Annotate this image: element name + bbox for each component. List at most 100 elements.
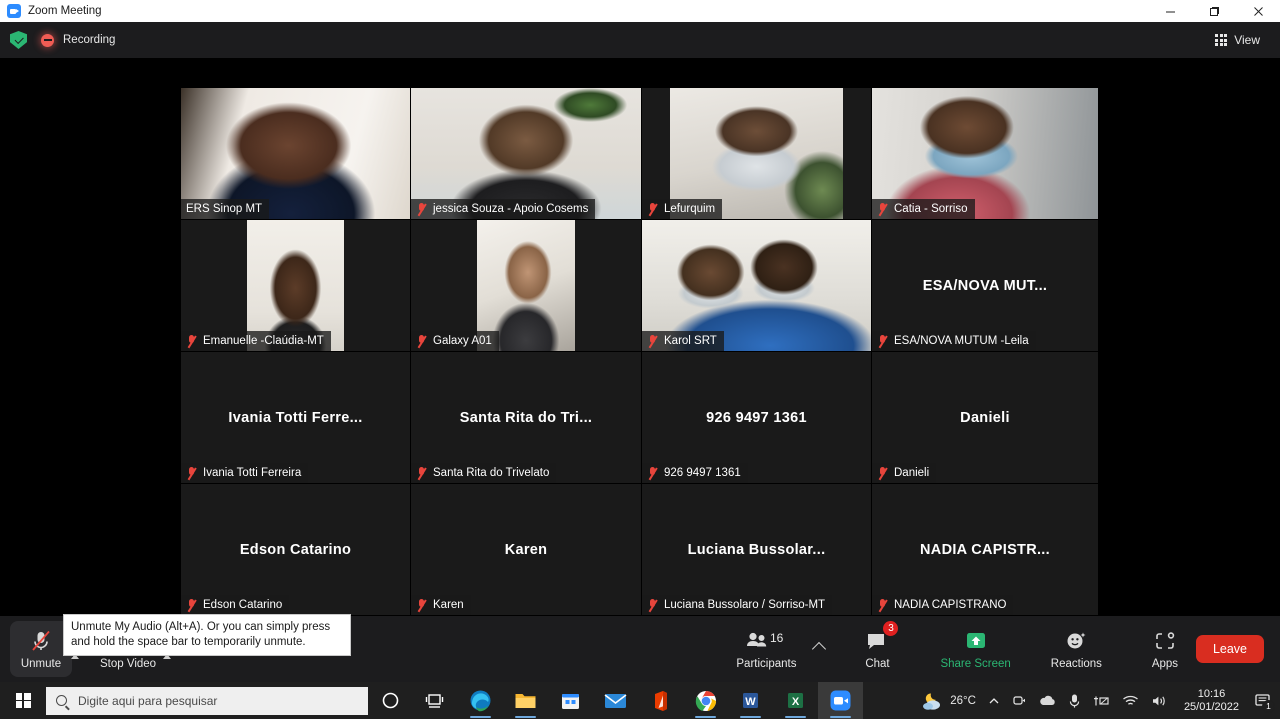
reactions-button[interactable]: Reactions <box>1043 621 1110 677</box>
mic-muted-icon <box>647 598 658 612</box>
view-button[interactable]: View <box>1207 27 1268 53</box>
participant-name-label: Catia - Sorriso <box>894 203 968 215</box>
partly-cloudy-night-icon[interactable] <box>921 691 944 711</box>
onedrive-icon[interactable] <box>1039 694 1056 707</box>
device-icon[interactable] <box>1093 694 1110 708</box>
speaker-icon[interactable] <box>1151 694 1168 708</box>
share-screen-button[interactable]: Share Screen <box>932 621 1018 677</box>
recording-stop-icon[interactable] <box>41 33 54 47</box>
participants-button[interactable]: 16 Participants <box>728 621 804 677</box>
start-button[interactable] <box>0 682 46 719</box>
participant-name-bar: Catia - Sorriso <box>872 199 975 219</box>
mail-icon[interactable] <box>593 682 638 719</box>
zoom-tray-icon[interactable] <box>1012 693 1027 708</box>
excel-icon[interactable]: X <box>773 682 818 719</box>
participant-name-label: Emanuelle -Claúdia-MT <box>203 335 324 347</box>
participant-tile[interactable]: Luciana Bussolar... Luciana Bussolaro / S… <box>642 484 871 615</box>
participant-name-bar: Luciana Bussolaro / Sorriso-MT <box>642 595 833 615</box>
grid-icon <box>1215 34 1228 46</box>
task-view-icon[interactable] <box>413 682 458 719</box>
participant-name-label: Karen <box>433 599 464 611</box>
participant-name-bar: Santa Rita do Trivelato <box>411 463 557 483</box>
mic-muted-icon <box>647 334 658 348</box>
taskbar-search-input[interactable]: Digite aqui para pesquisar <box>46 686 368 715</box>
wifi-icon[interactable] <box>1122 694 1139 708</box>
participant-tile[interactable]: Catia - Sorriso <box>872 88 1098 219</box>
edge-icon[interactable] <box>458 682 503 719</box>
office-icon[interactable] <box>638 682 683 719</box>
file-explorer-icon[interactable] <box>503 682 548 719</box>
participants-chevron-up-icon[interactable] <box>812 641 827 657</box>
participant-tile[interactable]: Ivania Totti Ferre... Ivania Totti Ferrei… <box>181 352 410 483</box>
chat-button[interactable]: 3 Chat <box>846 621 908 677</box>
participant-name-bar: Karen <box>411 595 471 615</box>
participant-name-label: jessica Souza - Apoio Cosems <box>433 203 589 215</box>
participant-tile[interactable]: ERS Sinop MT <box>181 88 410 219</box>
mic-muted-icon <box>877 466 888 480</box>
apps-bracket-icon <box>1153 629 1177 653</box>
participant-tile[interactable]: Danieli Danieli <box>872 352 1098 483</box>
mic-muted-icon <box>186 466 197 480</box>
zoom-meeting-window: Zoom Meeting Recording View ERS Sinop MT… <box>0 0 1280 719</box>
unmute-tooltip: Unmute My Audio (Alt+A). Or you can simp… <box>63 614 351 656</box>
unmute-button-label: Unmute <box>20 657 62 670</box>
word-icon[interactable]: W <box>728 682 773 719</box>
participant-tile[interactable]: Edson Catarino Edson Catarino <box>181 484 410 615</box>
svg-text:W: W <box>745 696 756 708</box>
cortana-icon[interactable] <box>368 682 413 719</box>
participant-tile[interactable]: ESA/NOVA MUT... ESA/NOVA MUTUM -Leila <box>872 220 1098 351</box>
reactions-button-label: Reactions <box>1050 657 1102 670</box>
zoom-camera-icon <box>7 4 21 18</box>
mic-muted-icon <box>416 334 427 348</box>
close-button[interactable] <box>1236 0 1280 22</box>
participant-avatar-name: NADIA CAPISTR... <box>920 541 1050 558</box>
participant-tile[interactable]: 926 9497 1361 926 9497 1361 <box>642 352 871 483</box>
shield-check-icon[interactable] <box>10 31 27 49</box>
recording-indicator[interactable]: Recording <box>41 33 116 47</box>
participant-name-label: ERS Sinop MT <box>186 203 263 215</box>
meeting-header-bar: Recording View <box>0 22 1280 58</box>
participant-tile[interactable]: NADIA CAPISTR... NADIA CAPISTRANO <box>872 484 1098 615</box>
participant-tile[interactable]: Santa Rita do Tri... Santa Rita do Trivel… <box>411 352 641 483</box>
participant-name-bar: Ivania Totti Ferreira <box>181 463 309 483</box>
microphone-icon[interactable] <box>1068 693 1081 709</box>
participant-name-label: Galaxy A01 <box>433 335 492 347</box>
chevron-up-icon[interactable] <box>988 695 1000 707</box>
chrome-icon[interactable] <box>683 682 728 719</box>
stop-video-button-label: Stop Video <box>100 657 157 670</box>
participant-tile[interactable]: Emanuelle -Claúdia-MT <box>181 220 410 351</box>
maximize-button[interactable] <box>1192 0 1236 22</box>
participant-name-label: Ivania Totti Ferreira <box>203 467 302 479</box>
recording-label: Recording <box>63 34 116 46</box>
participant-tile[interactable]: Galaxy A01 <box>411 220 641 351</box>
participant-tile[interactable]: jessica Souza - Apoio Cosems <box>411 88 641 219</box>
clock-date: 25/01/2022 <box>1183 700 1239 713</box>
minimize-button[interactable] <box>1148 0 1192 22</box>
mic-muted-icon <box>877 202 888 216</box>
participant-avatar-name: ESA/NOVA MUT... <box>922 277 1048 294</box>
leave-button[interactable]: Leave <box>1195 635 1264 663</box>
window-title-bar: Zoom Meeting <box>0 0 1280 22</box>
notification-count: 1 <box>1262 699 1275 713</box>
zoom-icon[interactable] <box>818 682 863 719</box>
video-gallery: ERS Sinop MT jessica Souza - Apoio Cosems… <box>0 58 1280 616</box>
participant-tile[interactable]: Lefurquim <box>642 88 871 219</box>
participant-avatar-name: Danieli <box>960 409 1010 426</box>
participant-name-bar: jessica Souza - Apoio Cosems <box>411 199 596 219</box>
mic-muted-icon <box>877 334 888 348</box>
apps-button[interactable]: Apps <box>1134 621 1196 677</box>
system-tray: 26°C 10:16 25/01/2022 1 <box>915 682 1280 719</box>
participant-avatar-name: Santa Rita do Tri... <box>459 409 593 426</box>
chat-unread-badge: 3 <box>883 621 899 636</box>
view-button-label: View <box>1234 33 1260 47</box>
participant-name-bar: 926 9497 1361 <box>642 463 748 483</box>
taskbar-search-placeholder: Digite aqui para pesquisar <box>78 693 218 708</box>
microsoft-store-icon[interactable] <box>548 682 593 719</box>
participant-name-label: NADIA CAPISTRANO <box>894 599 1007 611</box>
taskbar-clock[interactable]: 10:16 25/01/2022 <box>1184 688 1239 714</box>
notification-icon[interactable]: 1 <box>1254 693 1275 713</box>
mic-muted-icon <box>416 466 427 480</box>
windows-logo-icon <box>15 693 31 708</box>
participant-tile[interactable]: Karol SRT <box>642 220 871 351</box>
participant-tile[interactable]: Karen Karen <box>411 484 641 615</box>
